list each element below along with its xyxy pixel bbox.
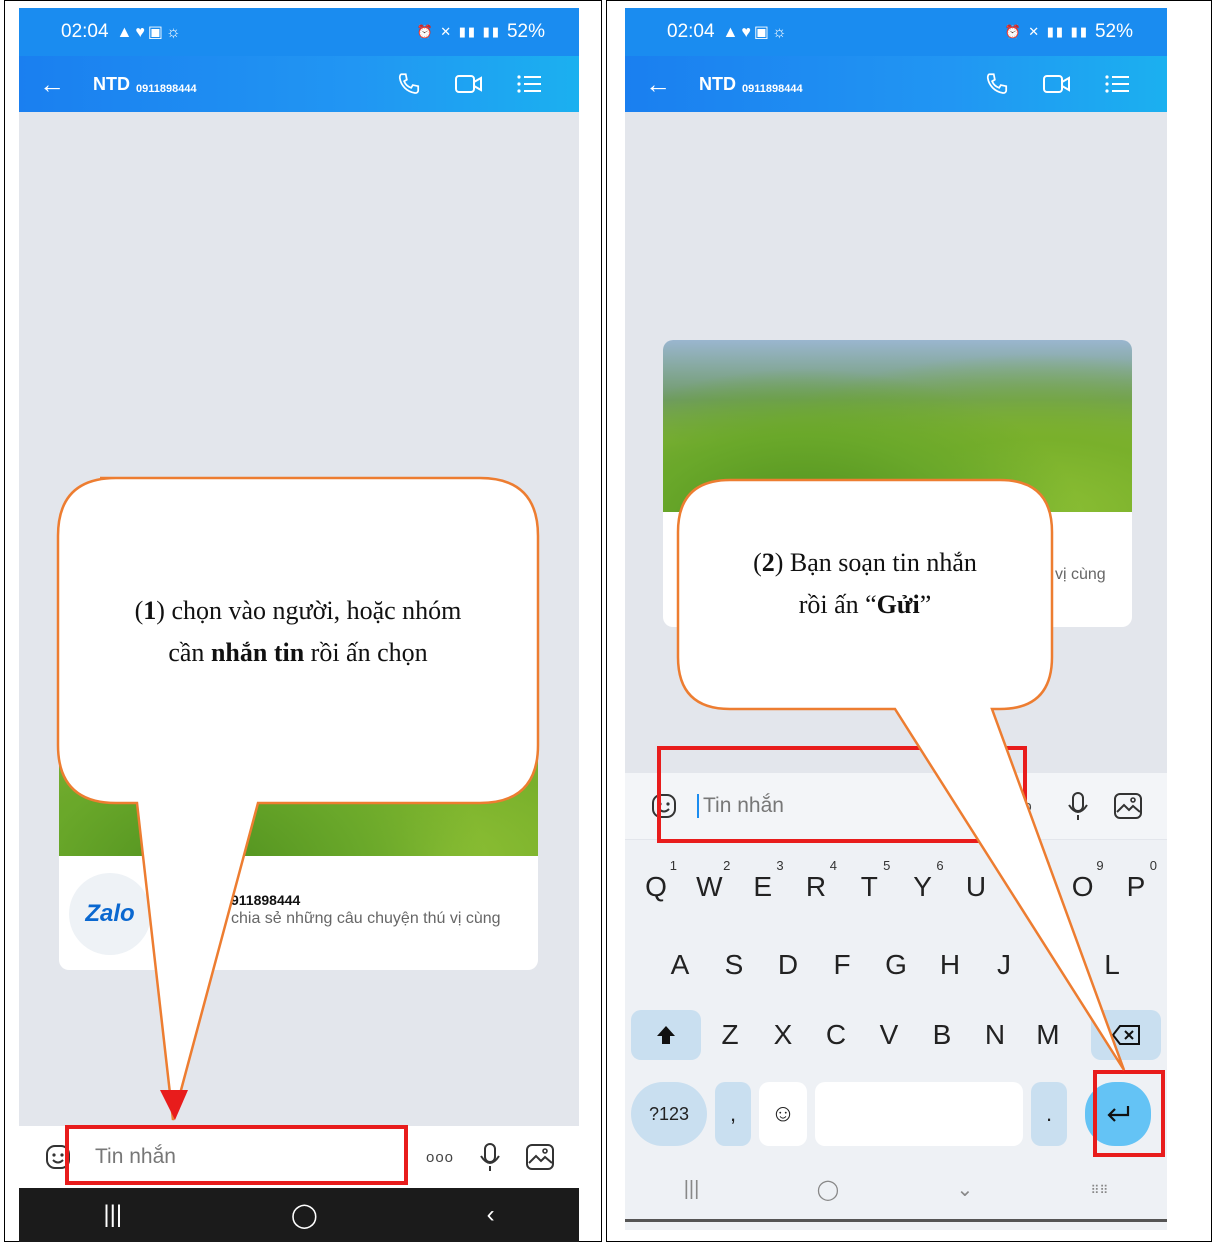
menu-list-icon[interactable] <box>499 73 559 95</box>
contact-phone: 0911898444 <box>742 83 803 95</box>
step-number: 2 <box>761 548 775 577</box>
key-row2[interactable]: D <box>763 940 813 990</box>
microphone-icon[interactable] <box>465 1142 515 1172</box>
signal-icons: ⏰ ✕ ▮▮ ▮▮ <box>1004 24 1089 39</box>
key-row1[interactable]: T5 <box>844 858 894 912</box>
period-key[interactable]: . <box>1031 1082 1067 1146</box>
step-number: 1 <box>143 596 157 625</box>
zalo-logo: Zalo <box>69 873 151 955</box>
status-bar: 02:04 ▲♥▣☼ ⏰ ✕ ▮▮ ▮▮ 52% <box>625 8 1167 56</box>
contact-phone: 0911898444 <box>136 83 197 95</box>
card-phone: 911898444 <box>231 892 301 908</box>
chat-header: ← NTD 0911898444 <box>625 56 1167 112</box>
keyboard-row-1: Q1W2E3R4T5Y6U8O9P0 <box>625 858 1167 912</box>
key-row2[interactable] <box>1033 940 1083 990</box>
backspace-key[interactable] <box>1091 1010 1161 1060</box>
key-row1[interactable]: E3 <box>738 858 788 912</box>
symbols-key[interactable]: ?123 <box>631 1082 707 1146</box>
hide-keyboard-icon[interactable]: ⌄ <box>957 1177 974 1202</box>
input-highlight-box <box>65 1125 408 1185</box>
key-row3[interactable]: C <box>813 1010 860 1060</box>
key-row1[interactable]: W2 <box>684 858 734 912</box>
shared-link-card[interactable]: Zalo 911898444 chia sẻ những câu chuyện … <box>59 648 538 970</box>
video-call-icon[interactable] <box>439 72 499 96</box>
space-bar[interactable] <box>815 1082 1023 1146</box>
key-row2[interactable]: F <box>817 940 867 990</box>
key-row1[interactable]: O9 <box>1058 858 1108 912</box>
key-row1[interactable]: 8 <box>1004 858 1054 912</box>
key-row1[interactable]: U <box>951 862 1001 912</box>
card-description: chia sẻ những câu chuyện thú vị cùng <box>231 910 501 927</box>
android-nav-bar: ||| ◯ ‹ <box>19 1188 579 1242</box>
key-row3[interactable]: X <box>760 1010 807 1060</box>
video-call-icon[interactable] <box>1027 72 1087 96</box>
input-highlight-box <box>657 746 1027 843</box>
signal-icons: ⏰ ✕ ▮▮ ▮▮ <box>416 24 501 39</box>
key-row2[interactable]: G <box>871 940 921 990</box>
keyboard-switch-icon[interactable]: ⠿⠿ <box>1091 1183 1109 1197</box>
notification-icons: ▲♥▣☼ <box>722 24 790 41</box>
key-row1[interactable]: P0 <box>1111 858 1161 912</box>
back-nav-icon[interactable]: ‹ <box>487 1201 495 1229</box>
contact-name: NTD <box>93 73 130 94</box>
microphone-icon[interactable] <box>1053 791 1103 821</box>
emoji-key[interactable]: ☺ <box>759 1082 807 1146</box>
status-time: 02:04 <box>61 21 109 42</box>
menu-list-icon[interactable] <box>1087 73 1147 95</box>
key-row1[interactable]: Q1 <box>631 858 681 912</box>
more-options-icon[interactable]: ooo <box>415 1149 465 1166</box>
recent-apps-icon[interactable]: ||| <box>684 1178 700 1201</box>
phone-call-icon[interactable] <box>379 71 439 97</box>
key-row2[interactable]: H <box>925 940 975 990</box>
card-description: vị cùng <box>1055 566 1106 583</box>
back-arrow-icon[interactable]: ← <box>39 69 93 100</box>
home-icon[interactable]: ◯ <box>291 1201 318 1230</box>
recent-apps-icon[interactable]: ||| <box>103 1201 122 1229</box>
keyboard-row-3: ZXCVBNM <box>625 1010 1167 1060</box>
key-row3[interactable]: M <box>1024 1010 1071 1060</box>
notification-icons: ▲♥▣☼ <box>116 24 184 41</box>
key-row2[interactable]: A <box>655 940 705 990</box>
key-row2[interactable]: S <box>709 940 759 990</box>
keyboard-row-2: ASDFGHJ L <box>625 940 1167 990</box>
key-row3[interactable]: N <box>971 1010 1018 1060</box>
home-icon[interactable]: ◯ <box>817 1177 839 1202</box>
comma-key[interactable]: , <box>715 1082 751 1146</box>
keyboard-row-4: ?123 , ☺ . <box>625 1082 1167 1146</box>
send-key-highlight-box <box>1093 1070 1165 1157</box>
callout-text-1: (1) chọn vào người, hoặc nhóm cần nhắn t… <box>134 596 462 667</box>
battery-level: 52% <box>1094 21 1133 42</box>
key-row3[interactable]: Z <box>707 1010 754 1060</box>
image-gallery-icon[interactable] <box>1103 792 1153 820</box>
android-nav-bar: ||| ◯ ⌄ ⠿⠿ <box>625 1160 1167 1222</box>
phone-call-icon[interactable] <box>967 71 1027 97</box>
callout-text-2: (2) Bạn soạn tin nhắn rồi ấn “Gửi” <box>753 548 977 619</box>
key-row3[interactable]: V <box>866 1010 913 1060</box>
status-bar: 02:04 ▲♥▣☼ ⏰ ✕ ▮▮ ▮▮ 52% <box>19 8 579 56</box>
back-arrow-icon[interactable]: ← <box>645 69 699 100</box>
card-landscape-image <box>59 648 538 856</box>
key-row2[interactable]: J <box>979 940 1029 990</box>
key-row1[interactable]: Y6 <box>898 858 948 912</box>
key-row1[interactable]: R4 <box>791 858 841 912</box>
chat-header: ← NTD 0911898444 <box>19 56 579 112</box>
battery-level: 52% <box>506 21 545 42</box>
key-row3[interactable]: B <box>918 1010 965 1060</box>
contact-name: NTD <box>699 73 736 94</box>
shift-key[interactable] <box>631 1010 701 1060</box>
card-landscape-image <box>663 340 1132 512</box>
status-time: 02:04 <box>667 21 715 42</box>
key-row2[interactable]: L <box>1087 940 1137 990</box>
image-gallery-icon[interactable] <box>515 1143 565 1171</box>
